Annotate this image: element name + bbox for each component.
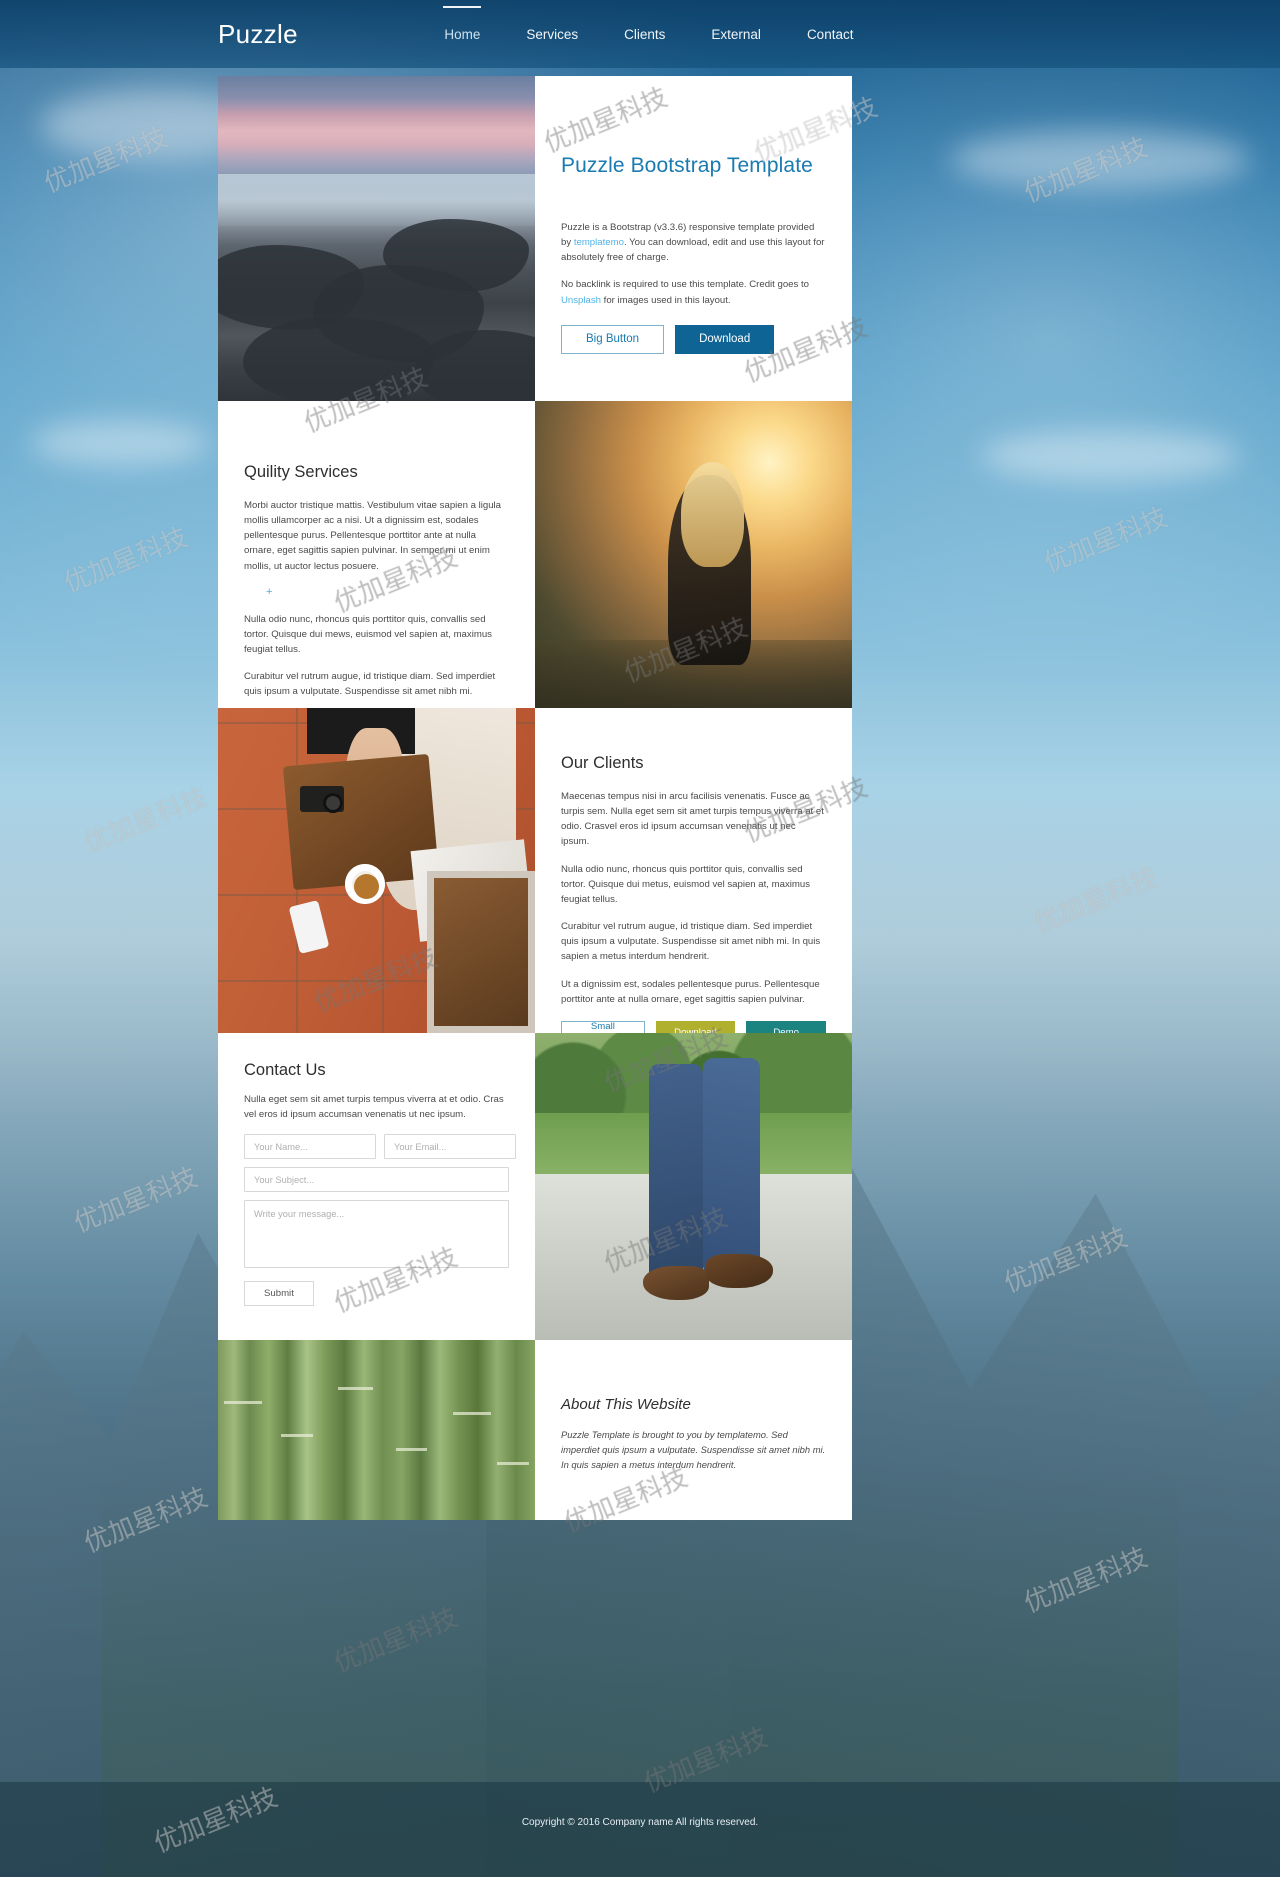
bamboo-node	[452, 1412, 491, 1415]
top-navigation-bar: Puzzle Home Services Clients External Co…	[0, 0, 1280, 68]
hero-paragraph-2: No backlink is required to use this temp…	[561, 277, 826, 307]
row-contact: Contact Us Nulla eget sem sit amet turpi…	[218, 1033, 852, 1340]
bamboo-node	[281, 1433, 314, 1437]
site-brand[interactable]: Puzzle	[218, 19, 298, 50]
clients-text-panel: Our Clients Maecenas tempus nisi in arcu…	[535, 708, 852, 1033]
name-email-row	[244, 1134, 516, 1167]
hero-text-panel: Puzzle Bootstrap Template Puzzle is a Bo…	[535, 76, 852, 401]
message-textarea[interactable]	[244, 1200, 509, 1269]
clients-paragraph-2: Nulla odio nunc, rhoncus quis porttitor …	[561, 863, 811, 905]
page-grid: Puzzle Bootstrap Template Puzzle is a Bo…	[218, 76, 852, 1520]
clients-paragraph-1: Maecenas tempus nisi in arcu facilisis v…	[561, 791, 824, 848]
nav-links: Home Services Clients External Contact	[421, 5, 877, 52]
hair-shape	[680, 462, 745, 567]
email-input[interactable]	[384, 1134, 516, 1160]
footer-bar: Copyright © 2016 Company name All rights…	[0, 1782, 1280, 1877]
big-button[interactable]: Big Button	[561, 324, 665, 354]
bamboo-node	[395, 1448, 428, 1451]
contact-panel: Contact Us Nulla eget sem sit amet turpi…	[218, 1033, 535, 1340]
services-paragraph-1: Morbi auctor tristique mattis. Vestibulu…	[244, 500, 502, 572]
services-paragraph-3: Curabitur vel rutrum augue, id tristique…	[244, 671, 496, 698]
services-paragraph-2: Nulla odio nunc, rhoncus quis porttitor …	[244, 613, 492, 656]
bamboo-node	[496, 1462, 529, 1466]
copyright-text: Copyright © 2016 Company name All rights…	[521, 1817, 759, 1828]
coffee-liquid	[354, 873, 380, 899]
cloud-shape	[30, 420, 210, 466]
row-hero: Puzzle Bootstrap Template Puzzle is a Bo…	[218, 76, 852, 401]
hero-p2-post: for images used in this layout.	[601, 294, 731, 306]
bamboo-node	[338, 1386, 374, 1390]
hero-title: Puzzle Bootstrap Template	[561, 154, 813, 177]
about-panel: About This Website Puzzle Template is br…	[535, 1340, 852, 1520]
small-button[interactable]: Small Button	[561, 1020, 645, 1033]
water-sheen	[218, 173, 535, 226]
templatemo-link[interactable]: templatemo	[574, 237, 624, 248]
shoe-right	[706, 1254, 773, 1288]
services-title: Quility Services	[244, 463, 358, 481]
nav-item-services[interactable]: Services	[503, 17, 601, 52]
clients-paragraph-4: Ut a dignissim est, sodales pellentesque…	[561, 978, 820, 1005]
contact-walking-photo	[535, 1033, 852, 1340]
jeans-right-leg	[703, 1057, 761, 1273]
about-title: About This Website	[561, 1396, 691, 1413]
download-button[interactable]: Download	[675, 324, 775, 354]
camera-lens	[322, 792, 343, 813]
clients-cafe-photo	[218, 708, 535, 1033]
demo-button[interactable]: Demo	[746, 1020, 826, 1033]
row-services: Quility Services Morbi auctor tristique …	[218, 401, 852, 708]
shoe-left	[642, 1266, 710, 1301]
hero-paragraph-1: Puzzle is a Bootstrap (v3.3.6) responsiv…	[561, 220, 826, 265]
cloud-shape	[980, 430, 1240, 482]
contact-paragraph: Nulla eget sem sit amet turpis tempus vi…	[244, 1094, 504, 1121]
cloud-shape	[950, 130, 1250, 190]
nav-item-contact[interactable]: Contact	[784, 17, 877, 52]
contact-form: Submit	[244, 1134, 516, 1307]
nav-item-clients[interactable]: Clients	[601, 17, 688, 52]
clients-paragraph-3: Curabitur vel rutrum augue, id tristique…	[561, 921, 821, 963]
hero-coast-photo	[218, 76, 535, 401]
nav-item-external[interactable]: External	[688, 17, 784, 52]
row-about: About This Website Puzzle Template is br…	[218, 1340, 852, 1520]
bamboo-node	[224, 1401, 263, 1405]
rock-shape	[243, 316, 434, 401]
services-text-panel: Quility Services Morbi auctor tristique …	[218, 401, 535, 708]
picture-frame	[427, 870, 535, 1033]
subject-input[interactable]	[244, 1167, 509, 1193]
submit-button[interactable]: Submit	[244, 1281, 314, 1307]
nav-item-home[interactable]: Home	[421, 5, 503, 52]
services-sunset-photo	[535, 401, 852, 708]
unsplash-link[interactable]: Unsplash	[561, 295, 601, 306]
about-bamboo-photo	[218, 1340, 535, 1520]
hero-p2-pre: No backlink is required to use this temp…	[561, 279, 809, 291]
clients-button-row: Small Button Download Demo	[561, 1020, 826, 1033]
jeans-left-leg	[649, 1063, 703, 1285]
contact-title: Contact Us	[244, 1061, 326, 1079]
clients-title: Our Clients	[561, 754, 644, 772]
clients-download-button[interactable]: Download	[655, 1020, 736, 1033]
row-clients: Our Clients Maecenas tempus nisi in arcu…	[218, 708, 852, 1033]
name-input[interactable]	[244, 1134, 376, 1160]
about-paragraph: Puzzle Template is brought to you by tem…	[561, 1429, 826, 1471]
plus-icon[interactable]: +	[266, 586, 509, 598]
hero-button-row: Big Button Download	[561, 324, 826, 354]
